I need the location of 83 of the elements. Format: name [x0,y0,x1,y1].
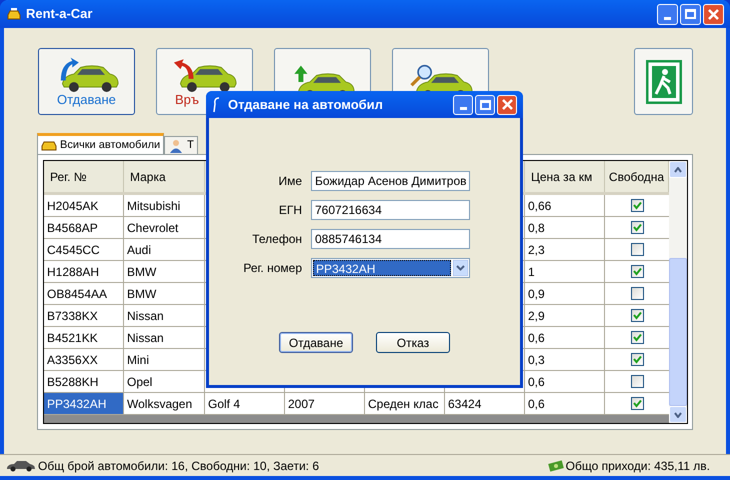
horizontal-scrollbar[interactable] [44,415,669,423]
checkbox[interactable] [630,265,644,278]
tab[interactable]: Всички автомобили [37,133,164,154]
table-cell-text: Wolksvagen [127,396,192,412]
close-button[interactable] [497,94,517,114]
toolbar-button[interactable] [634,48,693,115]
table-cell-text: Nissan [127,308,164,324]
table-cell-text: 0,6 [528,330,545,346]
minimize-button[interactable] [453,94,473,114]
maximize-button[interactable] [680,4,701,24]
checkbox[interactable] [630,353,644,366]
field-label: Телефон [251,231,302,248]
table-cell-text: 0,3 [528,352,545,368]
table-cell-text: Среден клас [368,396,438,412]
column-header[interactable]: Цена за км [531,170,592,184]
table-cell-text: Mini [127,352,150,368]
close-icon [502,99,512,110]
table-cell-text: 1 [528,264,535,280]
tab[interactable]: Т [164,136,198,154]
scroll-up-icon[interactable] [674,166,682,172]
table-cell-text: Mitsubishi [127,198,180,214]
minimize-button[interactable] [657,4,678,24]
checkbox[interactable] [630,309,644,322]
table-cell-text: B4521KK [47,330,98,346]
taxi-icon [6,6,22,22]
toolbar-button[interactable]: Отдаване [38,48,135,115]
column-header[interactable]: Свободна [608,170,664,184]
table-cell-text: BMW [127,264,156,280]
table-cell-text: BMW [127,286,156,302]
window-title: Rent-a-Car [26,5,92,24]
table-cell-text: 0,6 [528,396,545,412]
table-cell-text: 0,8 [528,220,545,236]
input-field[interactable]: 7607216634 [311,200,470,220]
table-cell-text: 2007 [288,396,315,412]
table-cell-text: B7338KX [47,308,98,324]
table-cell-text: A3356XX [47,352,98,368]
field-label: ЕГН [278,202,302,219]
table-cell-text: Nissan [127,330,164,346]
column-header[interactable]: Рег. № [50,170,87,184]
table-cell-text: C4545CC [47,242,100,258]
scroll-down-icon[interactable] [674,412,682,418]
table-cell-text: 0,9 [528,286,545,302]
table-cell-text: Opel [127,374,152,390]
dialog-button[interactable]: Отказ [376,332,450,353]
table-cell-text: Golf 4 [208,396,240,412]
status-text: Общо приходи: 435,11 лв. [566,458,710,474]
table-cell-text: 63424 [448,396,482,412]
scrollbar[interactable] [669,161,687,423]
select-field[interactable]: PP3432AH [311,258,470,278]
person-icon [168,138,184,152]
table-cell-text: H2045AK [47,198,98,214]
table-cell-text: OB8454AA [47,286,108,302]
table-cell-text: H1288AH [47,264,100,280]
exit-sign-icon [646,60,682,104]
close-icon [708,8,719,20]
dropdown-icon[interactable] [453,260,468,276]
dialog-button[interactable]: Отдаване [279,332,353,353]
checkbox[interactable] [630,375,644,388]
column-header[interactable]: Марка [130,170,166,184]
checkbox[interactable] [630,397,644,410]
table-cell-text: 2,3 [528,242,545,258]
checkbox[interactable] [630,331,644,344]
field-label: Име [277,173,302,190]
status-text: Общ брой автомобили: 16, Свободни: 10, Заети: 6 [38,458,319,474]
close-button[interactable] [703,4,724,24]
table-cell-text: 0,66 [528,198,552,214]
car-icon [6,460,36,472]
table-cell-text: Audi [127,242,152,258]
field-label: Рег. номер [242,260,302,277]
table-cell-text: PP3432AH [47,396,106,412]
table-cell-text: B5288KH [47,374,98,390]
table-cell-text: Chevrolet [127,220,178,236]
maximize-button[interactable] [475,94,495,114]
input-field[interactable]: 0885746134 [311,229,470,249]
checkbox[interactable] [630,243,644,256]
table-cell-text: 0,6 [528,374,545,390]
table-cell-text: 2,9 [528,308,545,324]
checkbox[interactable] [630,287,644,300]
money-icon [548,458,564,472]
input-field[interactable]: Божидар Асенов Димитров [311,171,470,191]
table-cell-text: B4568AP [47,220,98,236]
checkbox[interactable] [630,221,644,234]
checkbox[interactable] [630,199,644,212]
